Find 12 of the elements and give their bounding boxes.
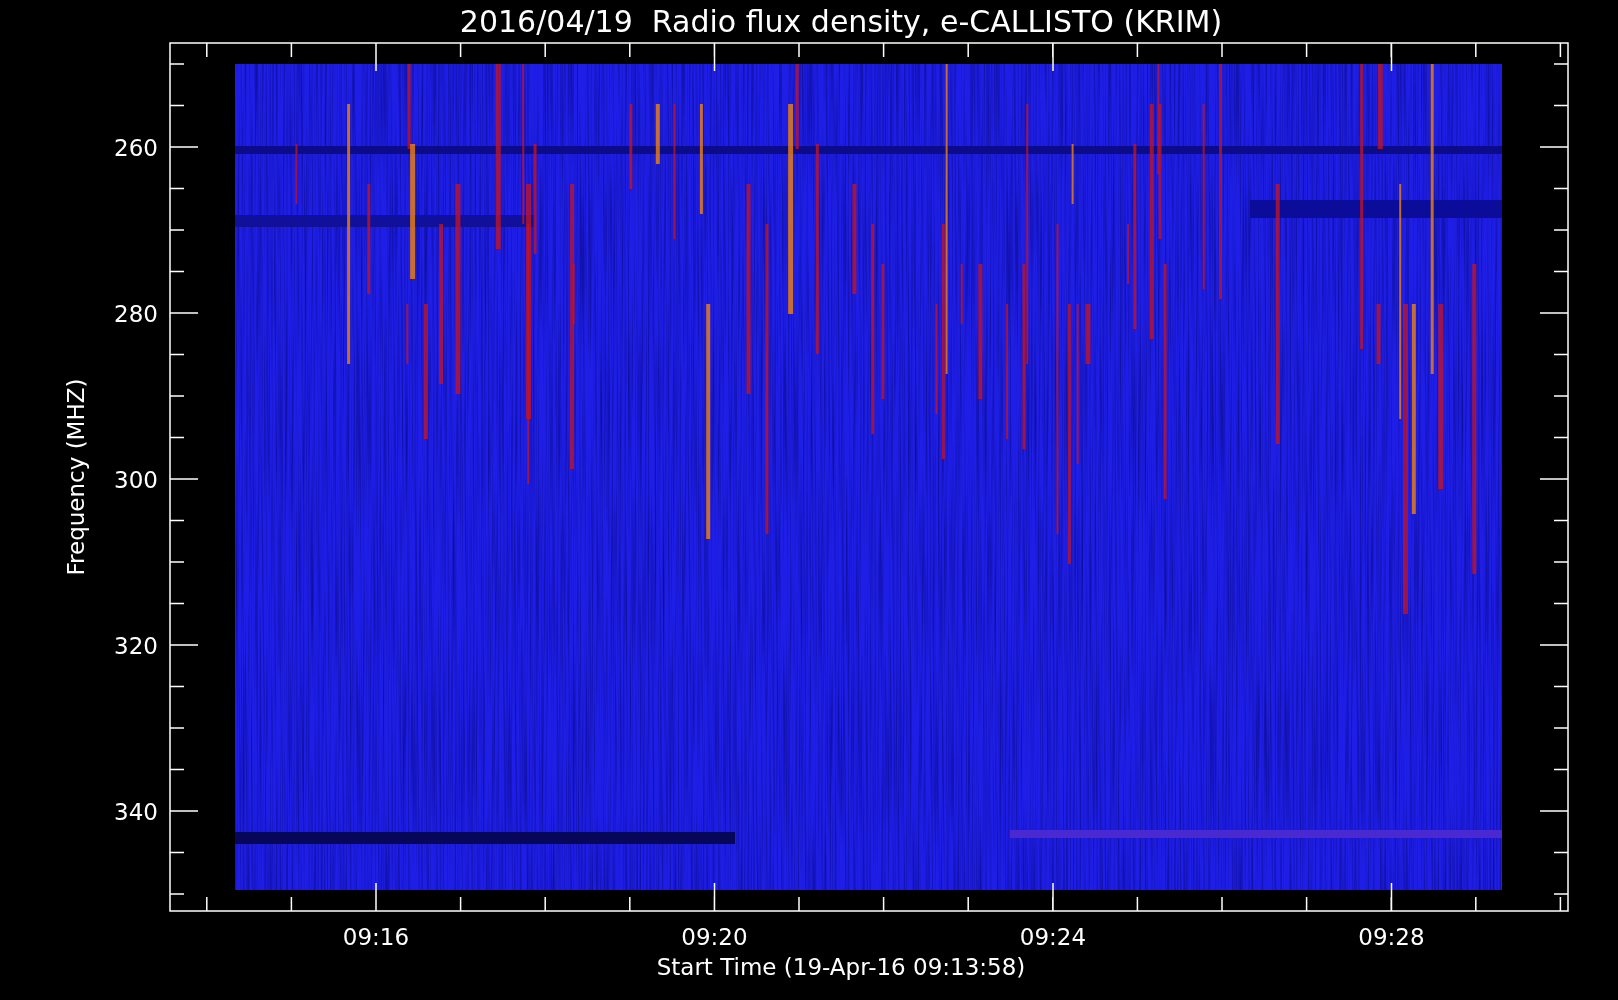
axis-label: Start Time (19-Apr-16 09:13:58) xyxy=(656,954,1026,980)
tick-label: 09:28 xyxy=(1358,924,1425,950)
chart-title: 2016/04/19 Radio flux density, e-CALLISTO (KRIM) xyxy=(459,4,1223,39)
tick-label: 09:16 xyxy=(342,924,410,950)
tick-label: 320 xyxy=(114,633,158,659)
tick-label: 300 xyxy=(114,467,158,493)
axis-label: Frequency (MHZ) xyxy=(63,378,89,576)
tick-label: 340 xyxy=(114,799,158,825)
tick-label: 09:24 xyxy=(1019,924,1087,950)
tick-label: 280 xyxy=(114,301,158,327)
tick-label: 09:20 xyxy=(681,924,748,950)
tick-label: 260 xyxy=(114,135,158,161)
